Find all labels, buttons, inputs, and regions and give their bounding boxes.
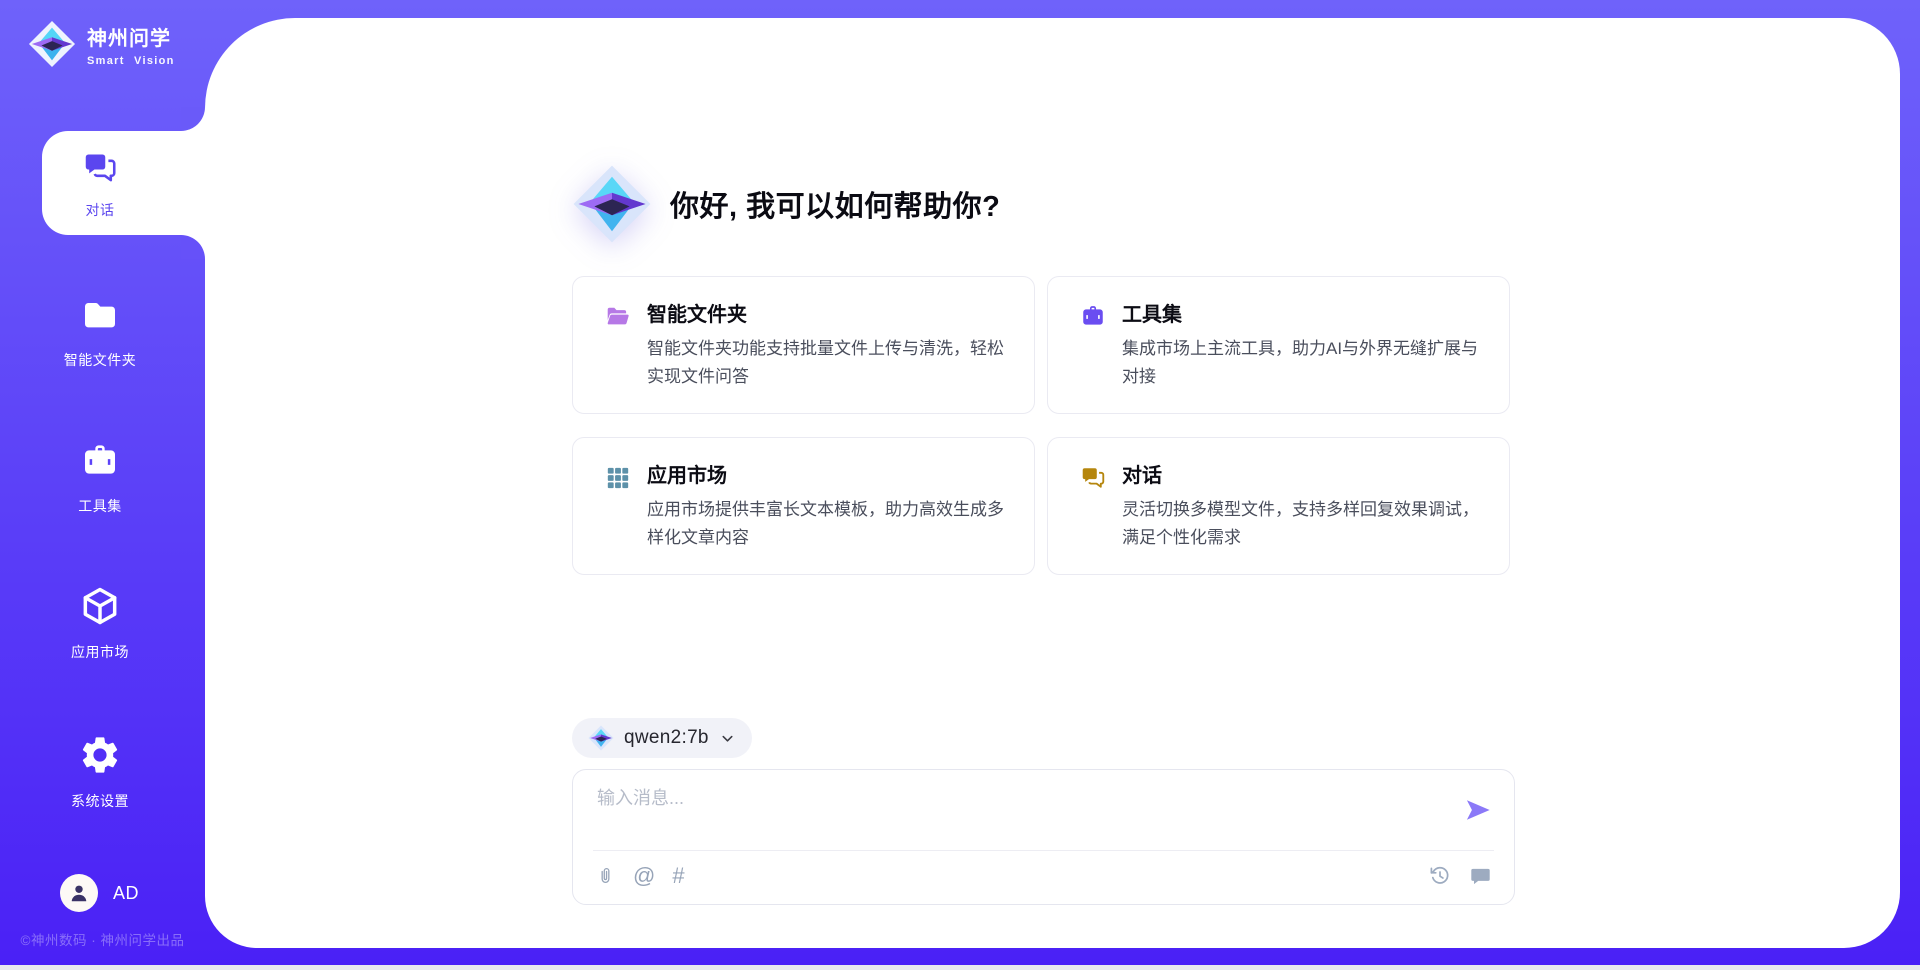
user-chip[interactable]: AD bbox=[60, 874, 139, 912]
history-icon[interactable] bbox=[1428, 864, 1452, 888]
card-smart-folder[interactable]: 智能文件夹 智能文件夹功能支持批量文件上传与清洗，轻松实现文件问答 bbox=[572, 276, 1035, 414]
feature-cards: 智能文件夹 智能文件夹功能支持批量文件上传与清洗，轻松实现文件问答 工具集 集成… bbox=[572, 276, 1510, 575]
card-body: 智能文件夹 智能文件夹功能支持批量文件上传与清洗，轻松实现文件问答 bbox=[647, 302, 1006, 391]
avatar bbox=[60, 874, 98, 912]
brand-name: 神州问学 bbox=[87, 22, 175, 51]
card-description: 灵活切换多模型文件，支持多样回复效果调试，满足个性化需求 bbox=[1122, 496, 1481, 552]
model-name: qwen2:7b bbox=[624, 727, 709, 749]
greeting-title: 你好, 我可以如何帮助你? bbox=[670, 183, 1000, 225]
card-title: 智能文件夹 bbox=[647, 302, 1006, 328]
greeting: 你好, 我可以如何帮助你? bbox=[572, 164, 1000, 244]
brand-subtitle: Smart Vision bbox=[87, 55, 175, 67]
attachment-icon[interactable] bbox=[595, 866, 616, 887]
toolbox-icon bbox=[1080, 304, 1106, 391]
brand: 神州问学 Smart Vision bbox=[28, 20, 175, 68]
sidebar-item-label: 应用市场 bbox=[0, 642, 200, 662]
notch-fillet-top bbox=[181, 107, 205, 131]
composer-toolbar: @ # bbox=[595, 858, 1492, 894]
model-diamond-logo-icon bbox=[588, 725, 614, 751]
model-selector[interactable]: qwen2:7b bbox=[572, 718, 752, 758]
card-description: 智能文件夹功能支持批量文件上传与清洗，轻松实现文件问答 bbox=[647, 335, 1006, 391]
card-body: 对话 灵活切换多模型文件，支持多样回复效果调试，满足个性化需求 bbox=[1122, 463, 1481, 552]
sidebar-item-chat[interactable]: 对话 bbox=[0, 150, 200, 220]
sidebar-item-settings[interactable]: 系统设置 bbox=[0, 733, 200, 811]
card-description: 应用市场提供丰富长文本模板，助力高效生成多样化文章内容 bbox=[647, 496, 1006, 552]
topic-hash-icon[interactable]: # bbox=[672, 865, 684, 887]
chevron-down-icon bbox=[719, 730, 736, 747]
card-app-market[interactable]: 应用市场 应用市场提供丰富长文本模板，助力高效生成多样化文章内容 bbox=[572, 437, 1035, 575]
sidebar-item-app-market[interactable]: 应用市场 bbox=[0, 584, 200, 662]
sidebar-item-label: 工具集 bbox=[0, 496, 200, 516]
chat-icon bbox=[82, 150, 118, 186]
sidebar-item-label: 对话 bbox=[0, 200, 200, 220]
message-input[interactable] bbox=[597, 784, 1417, 840]
bottom-strip bbox=[0, 965, 1920, 970]
send-icon[interactable] bbox=[1464, 796, 1492, 824]
notch-fillet-bottom bbox=[181, 235, 205, 259]
card-title: 对话 bbox=[1122, 463, 1481, 489]
composer-right-tools bbox=[1428, 864, 1492, 888]
folder-icon bbox=[80, 296, 120, 336]
card-toolset[interactable]: 工具集 集成市场上主流工具，助力AI与外界无缝扩展与对接 bbox=[1047, 276, 1510, 414]
composer-divider bbox=[593, 850, 1494, 851]
sidebar-item-label: 系统设置 bbox=[0, 791, 200, 811]
chat-icon bbox=[1080, 465, 1106, 552]
composer-left-tools: @ # bbox=[595, 865, 685, 887]
apps-cube-icon bbox=[78, 584, 122, 628]
card-description: 集成市场上主流工具，助力AI与外界无缝扩展与对接 bbox=[1122, 335, 1481, 391]
composer: @ # bbox=[572, 769, 1515, 905]
sidebar: 神州问学 Smart Vision 对话 智能文件夹 工具集 bbox=[0, 0, 205, 970]
sidebar-item-smart-folder[interactable]: 智能文件夹 bbox=[0, 296, 200, 370]
assistant-diamond-logo-icon bbox=[572, 164, 652, 244]
sidebar-item-toolset[interactable]: 工具集 bbox=[0, 442, 200, 516]
gear-icon bbox=[78, 733, 122, 777]
sidebar-item-label: 智能文件夹 bbox=[0, 350, 200, 370]
folder-open-icon bbox=[605, 304, 631, 391]
mention-icon[interactable]: @ bbox=[633, 865, 655, 887]
card-body: 工具集 集成市场上主流工具，助力AI与外界无缝扩展与对接 bbox=[1122, 302, 1481, 391]
card-title: 应用市场 bbox=[647, 463, 1006, 489]
brand-text: 神州问学 Smart Vision bbox=[87, 22, 175, 67]
feedback-bubble-icon[interactable] bbox=[1469, 865, 1492, 888]
card-title: 工具集 bbox=[1122, 302, 1481, 328]
diamond-logo-icon bbox=[28, 20, 76, 68]
user-name: AD bbox=[113, 883, 139, 904]
toolbox-icon bbox=[80, 442, 120, 482]
card-body: 应用市场 应用市场提供丰富长文本模板，助力高效生成多样化文章内容 bbox=[647, 463, 1006, 552]
copyright: ©神州数码 · 神州问学出品 bbox=[0, 929, 205, 949]
card-chat[interactable]: 对话 灵活切换多模型文件，支持多样回复效果调试，满足个性化需求 bbox=[1047, 437, 1510, 575]
apps-grid-icon bbox=[605, 465, 631, 552]
